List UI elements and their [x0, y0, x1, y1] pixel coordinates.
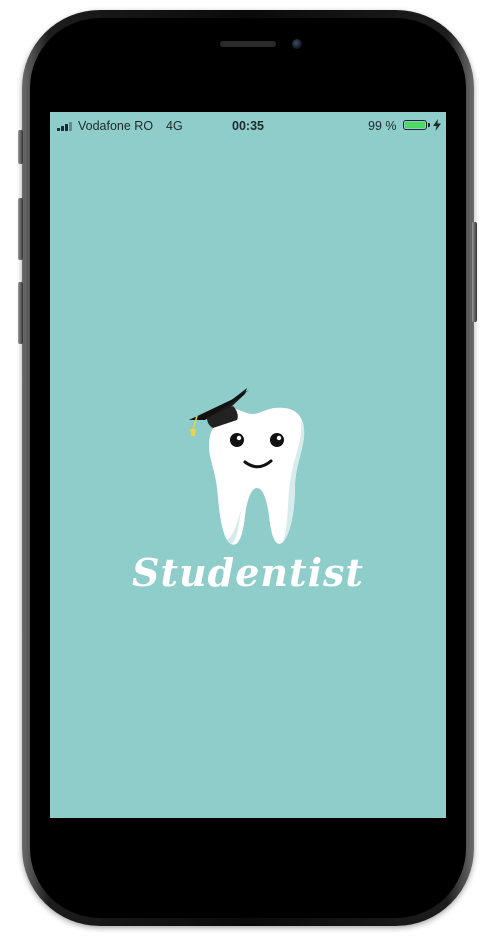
status-bar: Vodafone RO 4G 00:35 99 % — [50, 112, 446, 140]
battery-fill — [405, 122, 425, 128]
tassel — [190, 429, 196, 436]
volume-down-button — [18, 282, 23, 344]
earpiece-speaker — [220, 41, 276, 47]
battery-cap — [428, 123, 430, 127]
charging-icon — [433, 119, 441, 131]
volume-up-button — [18, 198, 23, 260]
mute-switch — [18, 130, 23, 164]
right-eye — [270, 433, 284, 447]
power-button — [472, 222, 477, 322]
battery-percentage: 99 % — [368, 119, 397, 133]
left-eye — [230, 433, 244, 447]
battery-icon — [403, 120, 427, 130]
tooth-graduation-cap-icon — [189, 388, 305, 545]
front-camera — [292, 39, 302, 49]
app-name-logo: Studentist — [132, 550, 364, 595]
splash-screen: Vodafone RO 4G 00:35 99 % Studentist — [50, 112, 446, 818]
